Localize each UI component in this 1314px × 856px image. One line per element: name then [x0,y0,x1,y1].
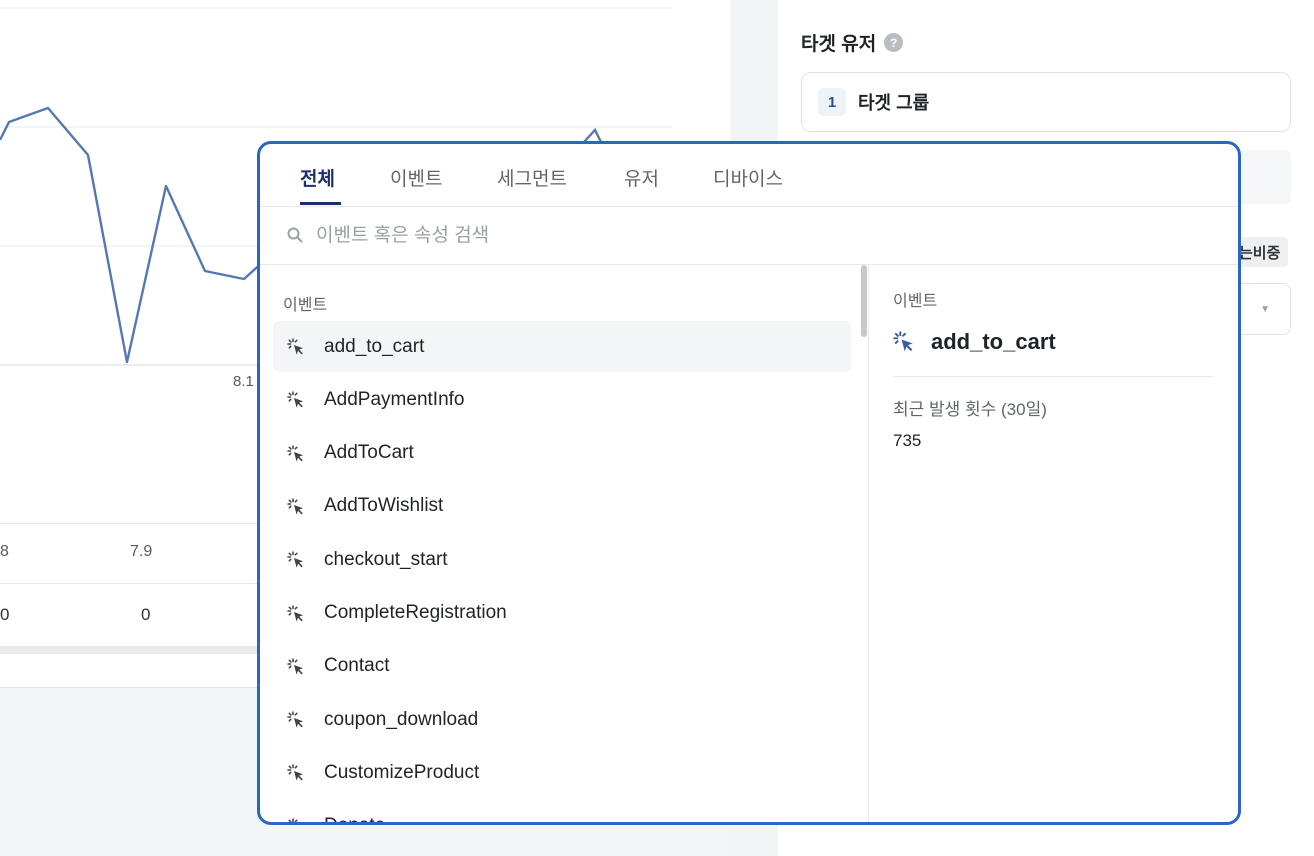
question-circle-icon[interactable]: ? [884,33,904,52]
event-name: checkout_start [324,548,448,570]
list-item[interactable]: checkout_start [273,534,851,585]
list-item[interactable]: Contact [273,641,851,692]
detail-kicker: 이벤트 [893,293,938,310]
event-detail-pane: 이벤트 add_to_cart 최근 발생 횟수 (30일) 735 [869,265,1238,822]
event-name: CompleteRegistration [324,602,507,623]
tab-events[interactable]: 이벤트 [390,164,442,191]
search-icon [287,227,303,243]
event-picker-popover: 전체 이벤트 세그먼트 유저 디바이스 이벤트 add_to_cart AddPa… [257,141,1241,825]
list-item[interactable]: AddToWishlist [273,481,851,532]
event-name: coupon_download [324,708,479,730]
table-cell: 0 [0,605,10,624]
table-header-cell: 7.9 [130,543,153,560]
tab-devices[interactable]: 디바이스 [713,164,783,191]
target-user-heading: 타겟 유저 ? [801,29,904,56]
event-name: AddToWishlist [324,495,444,517]
metric-value: 735 [893,431,922,450]
click-event-icon [287,444,305,463]
group-number-badge: 1 [818,88,846,116]
series-line [0,106,266,364]
event-name: AddToCart [324,442,414,464]
chevron-down-icon: ▼ [1260,304,1270,315]
list-item[interactable]: Donate [273,801,851,822]
list-section-header: 이벤트 [283,297,328,314]
click-event-icon [287,817,305,822]
list-item[interactable]: coupon_download [273,694,851,745]
click-event-icon [287,658,305,676]
list-item[interactable]: add_to_cart [273,321,851,372]
event-name: add_to_cart [324,335,425,357]
event-name: Donate [324,815,385,822]
search-input[interactable] [316,221,1016,251]
tab-bar: 전체 이벤트 세그먼트 유저 디바이스 [260,144,1238,207]
tab-segments[interactable]: 세그먼트 [497,164,567,191]
table-cell: 0 [141,605,151,624]
section-title-text: 타겟 유저 [801,34,877,55]
active-tab-indicator [300,202,341,205]
detail-event-name: add_to_cart [931,329,1056,354]
click-event-icon [287,338,305,356]
event-name: CustomizeProduct [324,761,480,783]
tab-all[interactable]: 전체 [300,164,335,191]
list-item[interactable]: CustomizeProduct [273,747,851,798]
detail-title: add_to_cart [893,329,1056,355]
detail-divider [893,376,1213,377]
event-name: Contact [324,655,390,677]
search-bar [260,207,1238,265]
click-event-icon [287,551,305,569]
click-event-icon [893,331,913,352]
click-event-icon [287,764,305,782]
target-group-card[interactable]: 1 타겟 그룹 [801,72,1291,132]
event-list: 이벤트 add_to_cart AddPaymentInfo AddToCart Ad… [260,265,868,822]
click-event-icon [287,604,305,623]
metric-label: 최근 발생 횟수 (30일) [893,400,1047,419]
click-event-icon [287,711,305,729]
click-event-icon [287,498,305,516]
x-tick-label: 8.1 [233,373,254,390]
list-item[interactable]: AddToCart [273,428,851,479]
list-item[interactable]: CompleteRegistration [273,588,851,639]
click-event-icon [287,391,305,409]
group-label: 타겟 그룹 [858,93,930,113]
list-item[interactable]: AddPaymentInfo [273,374,851,425]
table-header-cell: 8 [0,543,9,560]
list-scrollbar[interactable] [861,265,867,337]
tab-users[interactable]: 유저 [624,164,659,191]
event-name: AddPaymentInfo [324,388,465,410]
